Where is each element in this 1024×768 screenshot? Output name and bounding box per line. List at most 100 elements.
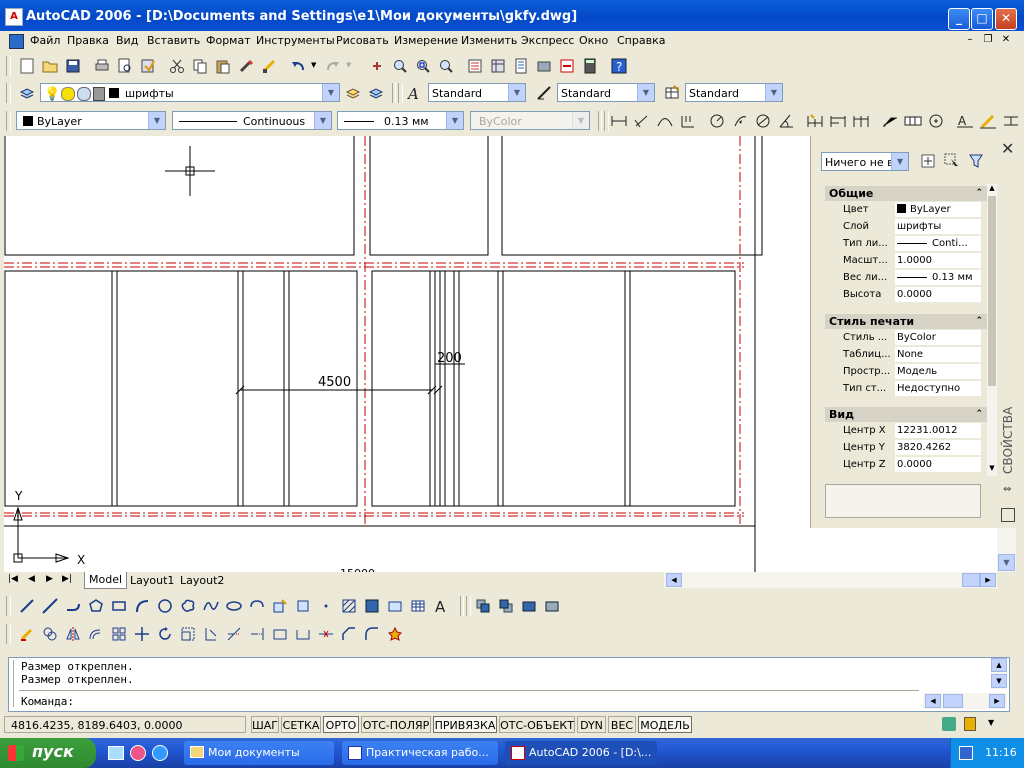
scroll-right-button[interactable]: ▶: [989, 694, 1005, 708]
prop-row[interactable]: Тип ли... Conti...: [841, 236, 981, 252]
section-general[interactable]: Общие ⌃: [825, 186, 989, 201]
break-at-point-icon[interactable]: [269, 623, 291, 645]
make-block-icon[interactable]: [292, 595, 314, 617]
zoom-window-icon[interactable]: [412, 55, 434, 77]
match-properties-icon[interactable]: [235, 55, 257, 77]
radius-dim-icon[interactable]: [706, 110, 728, 132]
draworder-above-icon[interactable]: [518, 595, 540, 617]
show-desktop-icon[interactable]: [108, 746, 124, 760]
draworder-under-icon[interactable]: [541, 595, 563, 617]
document-icon[interactable]: [9, 34, 24, 49]
selection-combo[interactable]: Ничего не вы ▼: [821, 152, 909, 171]
menu-tools[interactable]: Инструменты: [256, 34, 335, 47]
prop-row[interactable]: Тип ст... Недоступно: [841, 381, 981, 397]
chevron-down-icon[interactable]: ▼: [508, 84, 525, 101]
palette-close-icon[interactable]: ✕: [1001, 139, 1014, 158]
extend-icon[interactable]: [246, 623, 268, 645]
center-mark-icon[interactable]: [925, 110, 947, 132]
browser-icon[interactable]: [152, 745, 168, 761]
scale-icon[interactable]: [177, 623, 199, 645]
table-style-combo[interactable]: Standard ▼: [685, 83, 783, 102]
menu-insert[interactable]: Вставить: [147, 34, 200, 47]
lineweight-combo[interactable]: 0.13 мм ▼: [337, 111, 464, 130]
clock[interactable]: 11:16: [985, 746, 1017, 759]
menu-window[interactable]: Окно: [579, 34, 608, 47]
lineweight-toggle[interactable]: ВЕС: [608, 716, 636, 733]
prop-row[interactable]: Цвет ByLayer: [841, 202, 981, 218]
minimize-button[interactable]: _: [948, 8, 970, 30]
paste-icon[interactable]: [212, 55, 234, 77]
dimension-4500-text[interactable]: 4500: [318, 375, 351, 390]
redo-icon[interactable]: [322, 55, 344, 77]
draworder-front-icon[interactable]: [472, 595, 494, 617]
layer-on-icon[interactable]: 💡: [44, 85, 60, 104]
task-autocad[interactable]: AutoCAD 2006 - [D:\...: [505, 741, 657, 765]
jogged-dim-icon[interactable]: [729, 110, 751, 132]
dim-text-edit-icon[interactable]: [977, 110, 999, 132]
color-combo[interactable]: ByLayer ▼: [16, 111, 166, 130]
ellipse-arc-icon[interactable]: [246, 595, 268, 617]
menu-file[interactable]: Файл: [30, 34, 60, 47]
communication-center-icon[interactable]: [942, 717, 956, 731]
tab-last-icon[interactable]: ▶|: [62, 574, 72, 584]
prop-row[interactable]: Простр... Модель: [841, 364, 981, 380]
status-menu-icon[interactable]: ▼: [988, 718, 994, 727]
menu-format[interactable]: Формат: [206, 34, 251, 47]
offset-icon[interactable]: [85, 623, 107, 645]
scroll-left-button[interactable]: ◀: [925, 694, 941, 708]
select-objects-icon[interactable]: [941, 150, 963, 172]
language-icon[interactable]: [959, 746, 973, 760]
layer-freeze-icon[interactable]: [61, 87, 75, 101]
region-icon[interactable]: [384, 595, 406, 617]
text-style-combo[interactable]: Standard ▼: [428, 83, 526, 102]
diameter-dim-icon[interactable]: [752, 110, 774, 132]
polyline-icon[interactable]: [62, 595, 84, 617]
doc-close-button[interactable]: ✕: [999, 34, 1013, 47]
scroll-thumb[interactable]: [988, 196, 996, 386]
rectangle-icon[interactable]: [108, 595, 130, 617]
design-center-icon[interactable]: [487, 55, 509, 77]
scroll-left-button[interactable]: ◀: [666, 573, 682, 587]
chamfer-icon[interactable]: [338, 623, 360, 645]
menu-edit[interactable]: Правка: [67, 34, 109, 47]
table-style-icon[interactable]: [661, 82, 683, 104]
quick-leader-icon[interactable]: [879, 110, 901, 132]
angular-dim-icon[interactable]: [775, 110, 797, 132]
tab-layout1[interactable]: Layout1: [126, 573, 178, 588]
auto-hide-icon[interactable]: ⇔: [1003, 484, 1011, 495]
join-icon[interactable]: [315, 623, 337, 645]
save-icon[interactable]: [62, 55, 84, 77]
spline-icon[interactable]: [200, 595, 222, 617]
rotate-icon[interactable]: [154, 623, 176, 645]
lock-icon[interactable]: [964, 717, 976, 731]
prop-row[interactable]: Слой шрифты: [841, 219, 981, 235]
command-scrollbar[interactable]: ▲ ▼: [991, 658, 1007, 689]
dim-style-icon[interactable]: [533, 82, 555, 104]
palette-scrollbar[interactable]: ▲ ▼: [987, 184, 997, 476]
command-hscrollbar[interactable]: ◀ ▶: [923, 693, 1007, 709]
toolbar-grip[interactable]: [6, 56, 11, 76]
coordinates-display[interactable]: 4816.4235, 8189.6403, 0.0000: [4, 716, 246, 733]
quickcalc-icon[interactable]: [579, 55, 601, 77]
scroll-down-button[interactable]: ▼: [991, 674, 1007, 688]
hatch-icon[interactable]: [338, 595, 360, 617]
tab-prev-icon[interactable]: ◀: [28, 574, 35, 584]
menu-help[interactable]: Справка: [617, 34, 665, 47]
prop-row[interactable]: Масшт... 1.0000: [841, 253, 981, 269]
toolbar-grip[interactable]: [6, 83, 11, 103]
scroll-thumb[interactable]: [962, 573, 980, 587]
tab-layout2[interactable]: Layout2: [176, 573, 228, 588]
arc-icon[interactable]: [131, 595, 153, 617]
explode-icon[interactable]: [384, 623, 406, 645]
chevron-down-icon[interactable]: ▼: [572, 112, 589, 129]
chevron-down-icon[interactable]: ▼: [637, 84, 654, 101]
aligned-dim-icon[interactable]: [631, 110, 653, 132]
model-toggle[interactable]: МОДЕЛЬ: [638, 716, 692, 733]
prop-row[interactable]: Центр Z 0.0000: [841, 457, 981, 473]
snap-toggle[interactable]: ШАГ: [251, 716, 279, 733]
markup-set-icon[interactable]: [556, 55, 578, 77]
construction-line-icon[interactable]: [39, 595, 61, 617]
properties-icon[interactable]: [464, 55, 486, 77]
line-icon[interactable]: [16, 595, 38, 617]
toolbar-grip[interactable]: [466, 596, 471, 616]
